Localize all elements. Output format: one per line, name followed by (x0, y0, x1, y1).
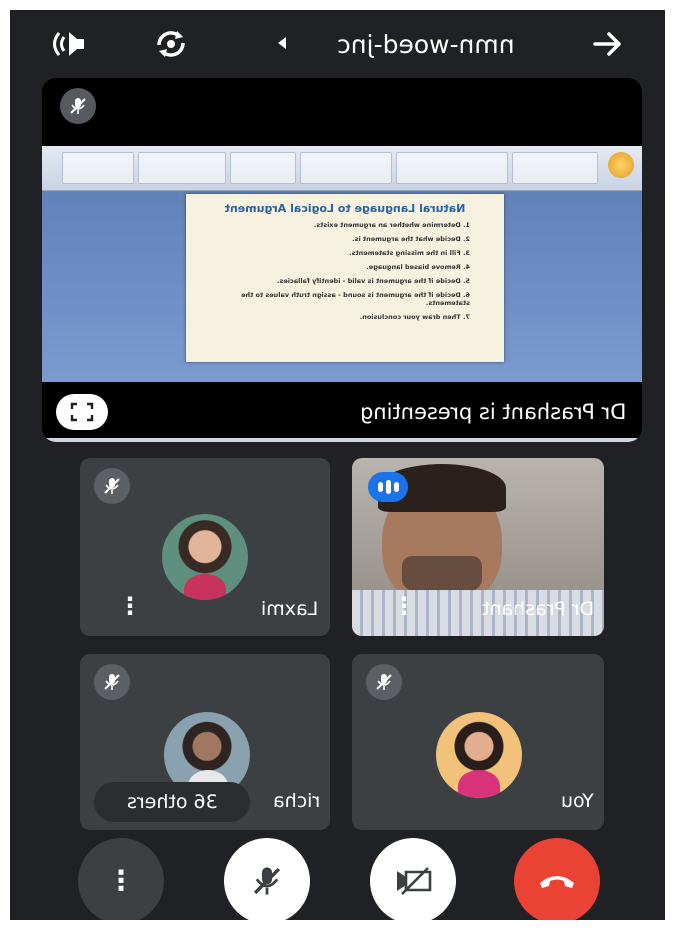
fullscreen-button[interactable] (56, 394, 108, 430)
participant-tile-richa[interactable]: 36 others richa (80, 654, 330, 830)
participant-tile-laxmi[interactable]: ⋮ Laxmi (80, 458, 330, 636)
slide-line: 4. Remove biased language. (366, 263, 470, 271)
more-options-icon[interactable]: ⋮ (118, 594, 142, 618)
participant-tile-you[interactable]: You (352, 654, 604, 830)
meeting-code[interactable]: nmn-woed-jnc (306, 24, 546, 64)
more-options-button[interactable]: ⋮ (78, 838, 164, 920)
speaker-icon[interactable] (48, 24, 92, 64)
slide-line: 3. Fill in the missing statements. (349, 249, 470, 257)
end-call-icon (540, 876, 574, 888)
mic-off-icon (94, 468, 130, 504)
participant-tile-dr-prashant[interactable]: ⋮ Dr Prashant (352, 458, 604, 636)
camera-toggle-button[interactable] (370, 838, 456, 920)
camera-off-icon (397, 867, 432, 895)
more-options-icon[interactable]: ⋮ (392, 594, 416, 618)
app-ribbon (42, 146, 642, 191)
speaking-indicator-icon (368, 472, 408, 502)
dropdown-caret-icon[interactable] (274, 34, 290, 52)
avatar (162, 514, 248, 600)
mic-off-icon (60, 88, 96, 124)
slide-line: 2. Decide what the argument is. (352, 235, 470, 243)
meet-screen: nmn-woed-jnc Natural Language to Logical… (10, 10, 665, 920)
mic-off-icon (94, 664, 130, 700)
slide-line: 1. Determine whether an argument exists. (313, 221, 470, 229)
back-arrow-icon[interactable] (586, 24, 630, 64)
slide-line: 7. Then draw your conclusion. (359, 313, 470, 321)
slide-line: 5. Decide if the argument is valid - ide… (276, 277, 470, 285)
fullscreen-icon (70, 402, 94, 422)
shared-screen: Natural Language to Logical Argument 1. … (42, 146, 642, 442)
participant-name: Dr Prashant (481, 598, 594, 620)
participant-name: You (561, 790, 594, 812)
others-button[interactable]: 36 others (94, 782, 250, 822)
office-button-icon (608, 152, 634, 178)
switch-camera-icon[interactable] (148, 22, 194, 66)
mic-toggle-button[interactable] (224, 838, 310, 920)
slide-title: Natural Language to Logical Argument (224, 202, 466, 215)
mic-off-icon (253, 867, 281, 895)
end-call-button[interactable] (514, 838, 600, 920)
more-options-icon: ⋮ (107, 864, 135, 897)
presenting-label: Dr Prashant is presenting (359, 400, 626, 424)
participant-name: Laxmi (260, 598, 318, 620)
slide-line: 6. Decide if the argument is sound - ass… (241, 291, 470, 307)
mic-off-icon (366, 664, 402, 700)
app-statusbar (42, 438, 642, 442)
slide: Natural Language to Logical Argument 1. … (186, 194, 504, 362)
presentation-card[interactable]: Natural Language to Logical Argument 1. … (42, 78, 642, 442)
participant-name: richa (272, 790, 320, 812)
